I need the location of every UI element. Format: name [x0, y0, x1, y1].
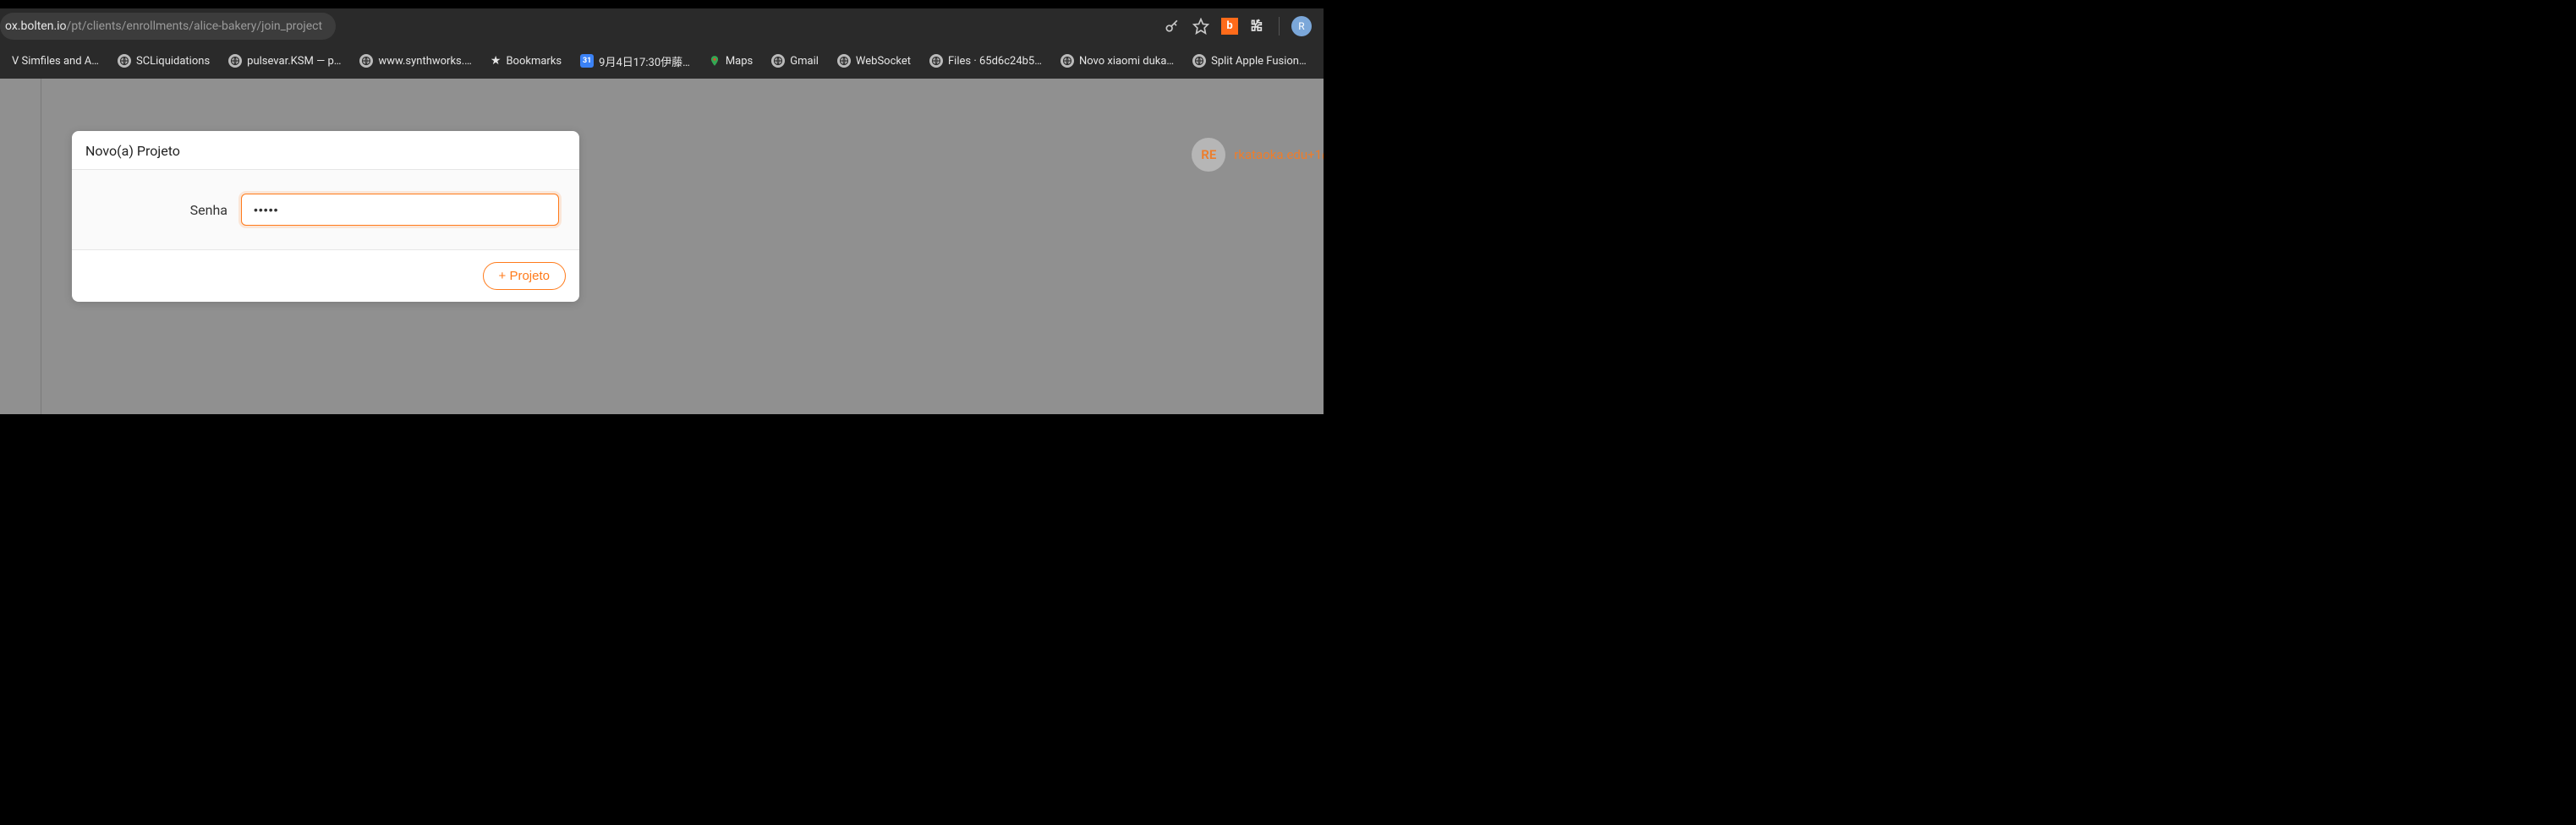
bookmark-item[interactable]: pulsevar.KSM — p…	[222, 51, 348, 71]
globe-icon	[837, 54, 851, 68]
bookmark-item[interactable]: SCLiquidations	[111, 51, 216, 71]
user-email-preview: rkataoka.edu+1@g	[1234, 147, 1324, 162]
user-badge[interactable]: RE rkataoka.edu+1@g	[1192, 138, 1324, 172]
bookmarks-bar: V Simfiles and A… SCLiquidations pulseva…	[0, 43, 1324, 79]
new-project-modal: Novo(a) Projeto Senha + Projeto	[72, 131, 579, 302]
bookmark-item[interactable]: Gmail	[765, 51, 825, 71]
bookmark-item[interactable]: V Simfiles and A…	[5, 52, 106, 71]
globe-icon	[1061, 54, 1074, 68]
add-project-button[interactable]: + Projeto	[483, 262, 566, 290]
globe-icon	[929, 54, 943, 68]
password-key-icon[interactable]	[1164, 18, 1181, 35]
star-icon: ★	[491, 54, 501, 68]
bookmark-item[interactable]: www.synthworks.…	[353, 51, 478, 71]
bookmark-item[interactable]: Files · 65d6c24b5…	[923, 51, 1049, 71]
profile-avatar[interactable]: R	[1291, 16, 1312, 36]
globe-icon	[118, 54, 131, 68]
user-avatar: RE	[1192, 138, 1225, 172]
globe-icon	[1192, 54, 1206, 68]
address-bar: ox.bolten.io/pt/clients/enrollments/alic…	[0, 8, 1324, 43]
bookmark-star-icon[interactable]	[1192, 18, 1209, 35]
bookmark-item[interactable]: Novo xiaomi duka…	[1054, 51, 1181, 71]
bookmark-item[interactable]: 31 9月4日17:30伊藤…	[573, 50, 697, 73]
bookmark-item[interactable]: ★ Bookmarks	[484, 51, 568, 71]
toolbar-divider	[1279, 17, 1280, 36]
maps-pin-icon	[709, 55, 721, 67]
password-input[interactable]	[241, 194, 559, 226]
bookmark-item[interactable]: Maps	[702, 52, 759, 71]
globe-icon	[771, 54, 785, 68]
globe-icon	[228, 54, 242, 68]
url-field[interactable]: ox.bolten.io/pt/clients/enrollments/alic…	[0, 13, 336, 40]
calendar-icon: 31	[580, 54, 594, 68]
modal-title: Novo(a) Projeto	[72, 131, 579, 170]
url-host: ox.bolten.io	[5, 19, 67, 33]
extensions-puzzle-icon[interactable]	[1250, 18, 1267, 35]
password-label: Senha	[92, 202, 227, 218]
bookmark-item[interactable]: Split Apple Fusion…	[1186, 51, 1313, 71]
url-path: /pt/clients/enrollments/alice-bakery/joi…	[67, 19, 323, 33]
extension-bolten-icon[interactable]: b	[1221, 18, 1238, 35]
globe-icon	[359, 54, 373, 68]
page-content: RE rkataoka.edu+1@g Novo(a) Projeto Senh…	[0, 79, 1324, 414]
bookmark-item[interactable]: WebSocket	[830, 51, 918, 71]
